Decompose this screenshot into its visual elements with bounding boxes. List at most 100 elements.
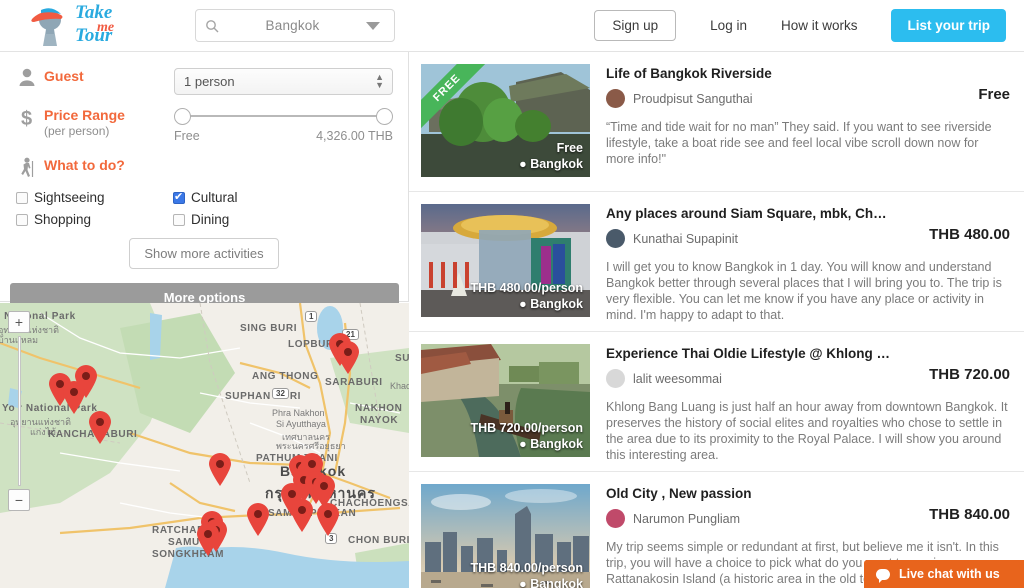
map-label: Phra Nakhon	[272, 408, 325, 418]
avatar	[606, 89, 625, 108]
map-panel[interactable]: n National Parkอุทยานแห่งชาติบ้านแหลมSIN…	[0, 303, 409, 588]
map-label: ANG THONG	[252, 371, 319, 382]
thumbnail-price: Free	[519, 140, 583, 156]
map-pin-marker[interactable]	[208, 453, 232, 486]
trip-price: THB 480.00	[929, 226, 1010, 243]
trip-title[interactable]: Experience Thai Oldie Lifestyle @ Khlong…	[606, 346, 1010, 361]
sign-up-button[interactable]: Sign up	[594, 10, 676, 41]
chevron-down-icon[interactable]	[366, 22, 380, 30]
search-input[interactable]: Bangkok	[219, 18, 366, 33]
location-pin-icon: ●	[519, 157, 527, 171]
thumbnail-location-row: ● Bangkok	[519, 156, 583, 172]
guest-count-select[interactable]: 1 person ▲▼	[174, 68, 393, 95]
trip-price: THB 840.00	[929, 506, 1010, 523]
trip-card-body: Any places around Siam Square, mbk, Chin…	[590, 204, 1010, 319]
list-your-trip-button[interactable]: List your trip	[891, 9, 1006, 42]
checkbox-dining[interactable]: Dining	[173, 212, 330, 227]
thumbnail-overlay: THB 840.00/person● Bangkok	[470, 560, 583, 588]
map-zoom-control[interactable]: + −	[8, 311, 30, 511]
map-label: SU	[395, 353, 409, 364]
checkbox-box-icon[interactable]	[173, 214, 185, 226]
thumbnail-overlay: THB 720.00/person● Bangkok	[470, 420, 583, 452]
map-pin-marker[interactable]	[246, 503, 270, 536]
checkbox-label: Shopping	[34, 212, 91, 227]
stepper-arrows-icon[interactable]: ▲▼	[375, 73, 384, 89]
trip-thumbnail[interactable]: THB 840.00/person● Bangkok	[421, 484, 590, 588]
map-pin-marker[interactable]	[88, 411, 112, 444]
thumbnail-location: Bangkok	[530, 297, 583, 311]
checkbox-label: Dining	[191, 212, 229, 227]
checkbox-box-icon[interactable]	[16, 214, 28, 226]
trip-card-body: Life of Bangkok Riverside Proudpisut Sang…	[590, 64, 1010, 179]
trip-price: Free	[978, 86, 1010, 103]
how-it-works-link[interactable]: How it works	[781, 18, 858, 33]
filter-activity-label: What to do?	[44, 157, 174, 173]
trip-thumbnail[interactable]: FREEFree● Bangkok	[421, 64, 590, 177]
checkbox-shopping[interactable]: Shopping	[16, 212, 173, 227]
price-range-values: Free 4,326.00 THB	[174, 129, 393, 143]
filter-price-row: $ Price Range (per person) Free 4,326.00…	[10, 107, 398, 143]
price-range-slider[interactable]	[174, 107, 393, 125]
logo-wordmark: Take me Tour	[75, 1, 167, 48]
map-label: Khao Y	[390, 381, 409, 391]
filter-guest-row: Guest 1 person ▲▼	[10, 68, 398, 95]
trip-card[interactable]: FREEFree● BangkokLife of Bangkok Riversi…	[409, 52, 1024, 192]
map-pin-marker[interactable]	[316, 503, 340, 536]
map-pin-marker[interactable]	[62, 381, 86, 414]
avatar	[606, 509, 625, 528]
checkbox-label: Cultural	[191, 190, 238, 205]
log-in-link[interactable]: Log in	[710, 18, 747, 33]
trip-thumbnail[interactable]: THB 720.00/person● Bangkok	[421, 344, 590, 457]
map-label: SUPHAN BURI	[225, 391, 301, 402]
trip-author-row: Proudpisut Sanguthai	[606, 89, 1010, 108]
trip-author[interactable]: Narumon Pungliam	[633, 512, 740, 526]
thumbnail-price: THB 840.00/person	[470, 560, 583, 576]
checkbox-sightseeing[interactable]: Sightseeing	[16, 190, 173, 205]
filter-price-control: Free 4,326.00 THB	[174, 107, 398, 143]
location-search-box[interactable]: Bangkok	[195, 9, 395, 42]
map-label: SING BURI	[240, 323, 297, 334]
trip-title[interactable]: Old City , New passion	[606, 486, 1010, 501]
price-max-value: 4,326.00 THB	[316, 129, 393, 143]
checkbox-box-icon[interactable]	[16, 192, 28, 204]
checkbox-cultural[interactable]: Cultural	[173, 190, 330, 205]
slider-min-handle[interactable]	[174, 108, 191, 125]
map-label: CHACHOENGSAO	[330, 498, 409, 509]
trip-author[interactable]: Kunathai Supapinit	[633, 232, 738, 246]
thumbnail-price: THB 720.00/person	[470, 420, 583, 436]
activity-checkbox-group: Sightseeing Cultural Shopping Dining	[10, 190, 330, 234]
thumbnail-location: Bangkok	[530, 157, 583, 171]
location-pin-icon: ●	[519, 297, 527, 311]
trip-card[interactable]: THB 480.00/person● Bangkok Any places aro…	[409, 192, 1024, 332]
site-logo[interactable]: Take me Tour	[28, 5, 167, 47]
svg-text:$: $	[21, 108, 32, 129]
checkbox-checked-icon[interactable]	[173, 192, 185, 204]
live-chat-widget[interactable]: Live chat with us	[864, 560, 1024, 588]
show-more-activities-button[interactable]: Show more activities	[129, 238, 278, 269]
site-header: Take me Tour Bangkok Sign up Log in How …	[0, 0, 1024, 52]
map-zoom-in-button[interactable]: +	[8, 311, 30, 333]
map-label: NAKHON	[355, 403, 403, 414]
hiker-icon	[10, 157, 44, 184]
person-icon	[10, 68, 44, 92]
map-label: Si Ayutthaya	[276, 419, 326, 429]
trip-card[interactable]: THB 720.00/person● Bangkok Experience Tha…	[409, 332, 1024, 472]
trip-title[interactable]: Life of Bangkok Riverside	[606, 66, 1010, 81]
thumbnail-location-row: ● Bangkok	[470, 576, 583, 588]
slider-max-handle[interactable]	[376, 108, 393, 125]
map-pin-marker[interactable]	[336, 341, 360, 374]
trip-title[interactable]: Any places around Siam Square, mbk, Chin…	[606, 206, 1010, 221]
trip-listings[interactable]: FREEFree● BangkokLife of Bangkok Riversi…	[409, 52, 1024, 588]
trip-author[interactable]: Proudpisut Sanguthai	[633, 92, 753, 106]
thumbnail-location-row: ● Bangkok	[470, 436, 583, 452]
trip-author[interactable]: lalit weesommai	[633, 372, 722, 386]
map-pin-marker[interactable]	[196, 523, 220, 556]
trip-thumbnail[interactable]: THB 480.00/person● Bangkok	[421, 204, 590, 317]
filter-price-sublabel: (per person)	[44, 124, 174, 138]
search-icon	[205, 19, 219, 33]
map-label: SARABURI	[325, 377, 383, 388]
map-pin-marker[interactable]	[290, 499, 314, 532]
map-zoom-slider-rail[interactable]	[18, 336, 21, 486]
map-zoom-out-button[interactable]: −	[8, 489, 30, 511]
location-pin-icon: ●	[519, 437, 527, 451]
